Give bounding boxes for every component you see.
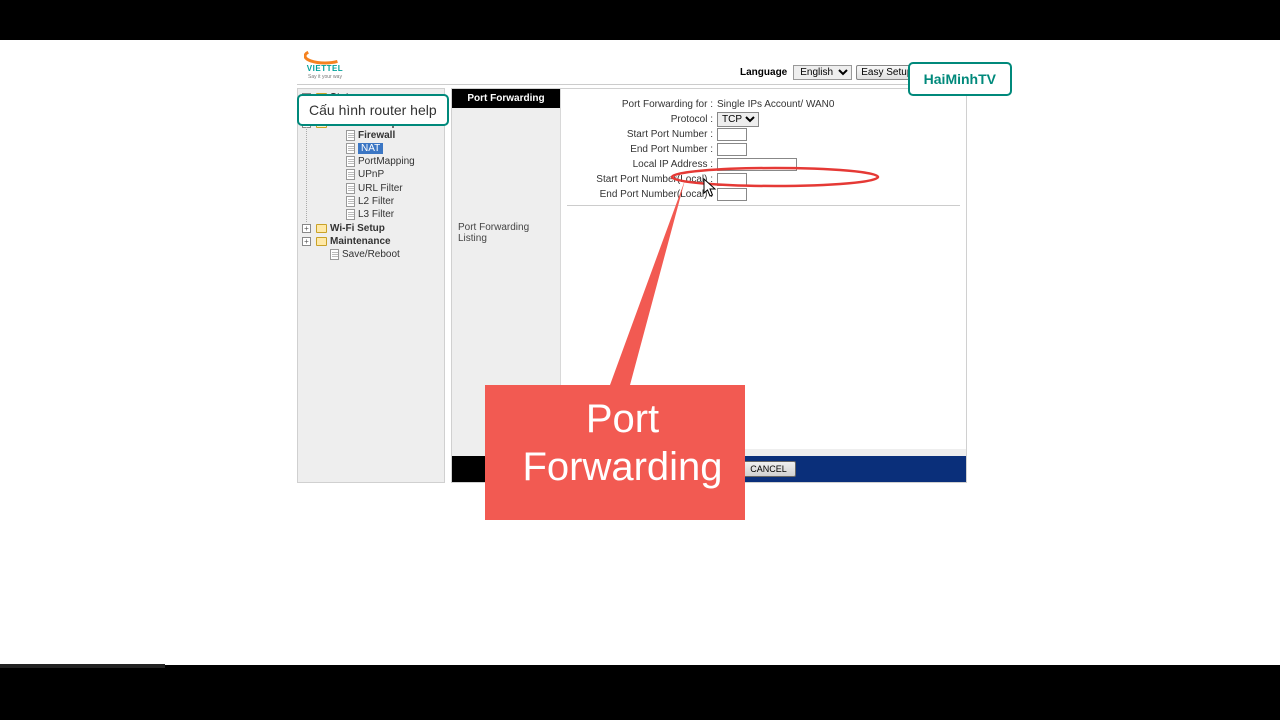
logo-text: VIETTEL	[307, 64, 343, 73]
logo-tagline: Say it your way	[308, 74, 342, 80]
label-end-port: End Port Number :	[567, 144, 717, 155]
end-port-local-input[interactable]	[717, 188, 747, 201]
label-start-port-local: Start Port Number(Local) :	[567, 174, 717, 185]
nav-nat[interactable]: NAT	[358, 143, 383, 154]
folder-icon	[316, 237, 327, 246]
cursor-icon	[703, 178, 717, 198]
nav-save-reboot[interactable]: Save/Reboot	[342, 249, 400, 260]
local-ip-input[interactable]	[717, 158, 797, 171]
page-icon	[346, 196, 355, 207]
logo-swoosh-icon	[304, 47, 346, 65]
annotation-brand-badge: HaiMinhTV	[908, 62, 1012, 96]
taskbar-stub	[0, 664, 165, 668]
sidebar-nav: +Status +Advanced Setup −Firewall Setup …	[297, 88, 445, 483]
nav-l2-filter[interactable]: L2 Filter	[358, 196, 394, 207]
nav-firewall[interactable]: Firewall	[358, 130, 395, 141]
page-icon	[346, 209, 355, 220]
label-for: Port Forwarding for :	[567, 99, 717, 110]
label-start-port: Start Port Number :	[567, 129, 717, 140]
value-for: Single IPs Account/ WAN0	[717, 99, 834, 110]
folder-icon	[316, 224, 327, 233]
nav-l3-filter[interactable]: L3 Filter	[358, 209, 394, 220]
label-protocol: Protocol :	[567, 114, 717, 125]
page-icon	[346, 169, 355, 180]
end-port-input[interactable]	[717, 143, 747, 156]
main-panel: Port Forwarding Port Forwarding Listing …	[451, 88, 967, 483]
nav-url-filter[interactable]: URL Filter	[358, 183, 403, 194]
cancel-button[interactable]: CANCEL	[741, 461, 796, 477]
language-label: Language	[740, 67, 787, 78]
language-select[interactable]: English	[793, 65, 852, 80]
nav-upnp[interactable]: UPnP	[358, 170, 384, 181]
label-local-ip: Local IP Address :	[567, 159, 717, 170]
page-icon	[346, 143, 355, 154]
start-port-local-input[interactable]	[717, 173, 747, 186]
nav-maintenance[interactable]: Maintenance	[330, 236, 391, 247]
page-icon	[346, 130, 355, 141]
logo: VIETTEL Say it your way	[297, 47, 353, 80]
page-icon	[346, 183, 355, 194]
header-bar: VIETTEL Say it your way Language English…	[297, 40, 967, 85]
nav-portmapping[interactable]: PortMapping	[358, 156, 415, 167]
expand-icon[interactable]: +	[302, 237, 311, 246]
tab-port-forwarding[interactable]: Port Forwarding	[452, 89, 560, 108]
nav-wifi-setup[interactable]: Wi-Fi Setup	[330, 223, 385, 234]
label-end-port-local: End Port Number(Local) :	[567, 189, 717, 200]
page-icon	[330, 249, 339, 260]
listing-label: Port Forwarding Listing	[452, 218, 560, 248]
page-icon	[346, 156, 355, 167]
start-port-input[interactable]	[717, 128, 747, 141]
action-bar: ADD CANCEL	[452, 456, 966, 482]
expand-icon[interactable]: +	[302, 224, 311, 233]
protocol-select[interactable]: TCP	[717, 112, 759, 127]
annotation-help-badge: Cấu hình router help	[297, 94, 449, 126]
